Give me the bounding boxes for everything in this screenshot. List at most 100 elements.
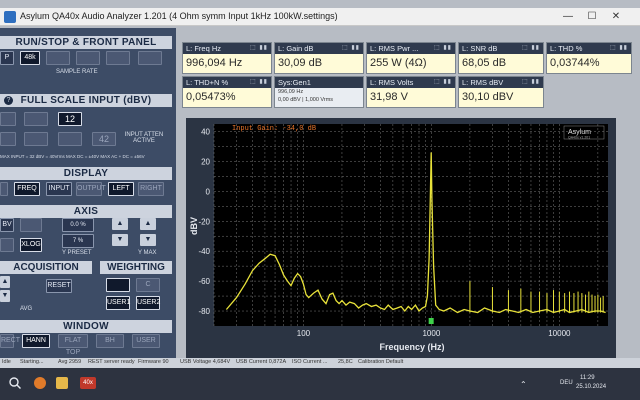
meter-settings-icon[interactable]: ⬚ ▮▮ [522, 77, 540, 88]
display-freq-button[interactable]: FREQ [14, 182, 40, 196]
x-tick-label: 1000 [422, 329, 440, 338]
meter-snr[interactable]: L: SNR dB ⬚ ▮▮ 68,05 dB [458, 42, 544, 74]
fsi-minus-button[interactable] [0, 112, 16, 126]
meter-generator[interactable]: Sys:Gen1 996,09 Hz 0,00 dBV | 1,000 Vrms [274, 76, 364, 108]
meter-settings-icon[interactable]: ⬚ ▮▮ [342, 43, 360, 54]
avg-label: AVG [20, 306, 33, 312]
run-button[interactable]: P [0, 51, 14, 65]
display-mode-button[interactable] [0, 182, 8, 196]
window-flattop-button[interactable]: FLAT TOP [58, 334, 88, 356]
display-input-button[interactable]: INPUT [46, 182, 72, 196]
avg-up-icon[interactable]: ▲ [0, 276, 10, 288]
y-preset-up-icon[interactable]: ▲ [112, 218, 128, 230]
language-indicator[interactable]: DEU [560, 380, 573, 386]
window-rect-button[interactable]: RECT [0, 334, 20, 348]
window-hann-button[interactable]: HANN [22, 334, 50, 348]
maximize-icon[interactable]: ☐ [582, 10, 602, 24]
clock-date[interactable]: 25.10.2024 [576, 384, 606, 390]
sample-rate-96k-button[interactable] [46, 51, 70, 65]
weighting-header: WEIGHTING [100, 261, 172, 274]
fsi-0-button[interactable] [24, 112, 48, 126]
search-icon[interactable] [8, 376, 22, 390]
input-atten-label: INPUT ATTEN ACTIVE [124, 132, 164, 144]
y-tick-label: -40 [198, 247, 210, 256]
meter-rms-power[interactable]: L: RMS Pwr ... ⬚ ▮▮ 255 W (4Ω) [366, 42, 456, 74]
chevron-up-icon[interactable]: ⌃ [520, 380, 527, 389]
y-axis-label: dBV [189, 217, 199, 235]
window-header: WINDOW [0, 320, 172, 333]
qa40x-app-icon[interactable]: 40x [80, 377, 96, 389]
axis-preset2[interactable]: 7 % [62, 234, 94, 248]
status-usb-current: USB Current 0,872A [236, 359, 287, 365]
meter-settings-icon[interactable]: ⬚ ▮▮ [522, 43, 540, 54]
meter-settings-icon[interactable]: ⬚ ▮▮ [434, 43, 452, 54]
clock-time[interactable]: 11:29 [580, 375, 595, 381]
display-output-button[interactable]: OUTPUT [76, 182, 106, 196]
reset-button[interactable]: RESET [46, 279, 72, 293]
title-bar: Asylum QA40x Audio Analyzer 1.201 (4 Ohm… [0, 8, 640, 26]
run-stop-header: RUN/STOP & FRONT PANEL [0, 36, 172, 49]
meter-label: L: THD+N % [186, 78, 229, 87]
spectrum-plot[interactable]: 40 20 0 -20 -40 -60 -80 100 1000 10000 Input Gai… [186, 118, 616, 358]
meter-label: L: RMS Volts [370, 78, 414, 87]
plot-frame: 40 20 0 -20 -40 -60 -80 100 1000 10000 Input Gai… [186, 118, 616, 358]
meter-settings-icon[interactable]: ⬚ ▮▮ [610, 43, 628, 54]
sample-rate-384k-button[interactable] [106, 51, 130, 65]
axis-x-button[interactable] [20, 218, 42, 232]
axis-bv-button[interactable]: BV [0, 218, 14, 232]
fsi-24-button[interactable] [58, 132, 82, 146]
weighting-a-button[interactable] [106, 278, 130, 292]
y-max-up-icon[interactable]: ▲ [140, 218, 156, 230]
cursor-marker[interactable] [428, 318, 434, 324]
front-panel-button[interactable] [138, 51, 162, 65]
close-icon[interactable]: ✕ [606, 10, 626, 24]
fsi-12-button[interactable]: 12 [58, 112, 82, 126]
meter-settings-icon[interactable]: ⬚ ▮▮ [250, 43, 268, 54]
y-preset-label: Y PRESET [62, 250, 92, 256]
meter-settings-icon[interactable]: ⬚ ▮▮ [250, 77, 268, 88]
status-temp: 25,8C [338, 359, 353, 365]
fsi-42-button[interactable]: 42 [92, 132, 116, 146]
axis-lin-button[interactable] [0, 238, 14, 252]
window-bh-button[interactable]: BH [96, 334, 124, 348]
meter-settings-icon[interactable]: ⬚ ▮▮ [434, 77, 452, 88]
full-scale-input-header: FULL SCALE INPUT (dBV) [0, 94, 172, 107]
sample-rate-48k-button[interactable]: 48k [20, 51, 40, 65]
plot-area[interactable] [214, 124, 608, 326]
meter-freq[interactable]: L: Freq Hz ⬚ ▮▮ 996,094 Hz [182, 42, 272, 74]
meter-thd[interactable]: L: THD % ⬚ ▮▮ 0,03744% [546, 42, 632, 74]
y-tick-label: 20 [201, 157, 210, 166]
avg-down-icon[interactable]: ▼ [0, 290, 10, 302]
y-max-down-icon[interactable]: ▼ [140, 234, 156, 246]
meter-value: 30,09 dB [278, 57, 323, 69]
folder-icon[interactable] [56, 377, 68, 389]
weighting-user2-button[interactable]: USER2 [136, 296, 160, 310]
meter-rms-volts[interactable]: L: RMS Volts ⬚ ▮▮ 31,98 V [366, 76, 456, 108]
meter-gain[interactable]: L: Gain dB ⬚ ▮▮ 30,09 dB [274, 42, 364, 74]
axis-header: AXIS [0, 205, 172, 218]
meter-value: 68,05 dB [462, 57, 507, 69]
sample-rate-192k-button[interactable] [76, 51, 100, 65]
minimize-icon[interactable]: — [558, 10, 578, 24]
meter-thdn[interactable]: L: THD+N % ⬚ ▮▮ 0,05473% [182, 76, 272, 108]
window-user-button[interactable]: USER [132, 334, 160, 348]
meter-value: 30,10 dBV [462, 91, 514, 103]
display-right-button[interactable]: RIGHT [138, 182, 164, 196]
fsi-18-button[interactable] [24, 132, 48, 146]
axis-preset1[interactable]: 0.0 % [62, 218, 94, 232]
status-starting: Starting... [20, 359, 44, 365]
fsi-minus2-button[interactable] [0, 132, 16, 146]
meter-value: 996,094 Hz [186, 57, 243, 69]
taskbar: 40x ⌃ DEU 11:29 25.10.2024 [0, 368, 640, 400]
meter-label: L: Gain dB [278, 44, 314, 53]
meter-value: 255 W (4Ω) [370, 57, 427, 69]
window-title: Asylum QA40x Audio Analyzer 1.201 (4 Ohm… [20, 11, 338, 21]
display-left-button[interactable]: LEFT [108, 182, 134, 196]
xlog-button[interactable]: XLOG [20, 238, 42, 252]
browser-icon[interactable] [34, 377, 46, 389]
weighting-user1-button[interactable]: USER1 [106, 296, 130, 310]
y-preset-down-icon[interactable]: ▼ [112, 234, 128, 246]
weighting-c-button[interactable]: C [136, 278, 160, 292]
help-icon[interactable]: ? [4, 96, 13, 105]
meter-rms-dbv[interactable]: L: RMS dBV ⬚ ▮▮ 30,10 dBV [458, 76, 544, 108]
